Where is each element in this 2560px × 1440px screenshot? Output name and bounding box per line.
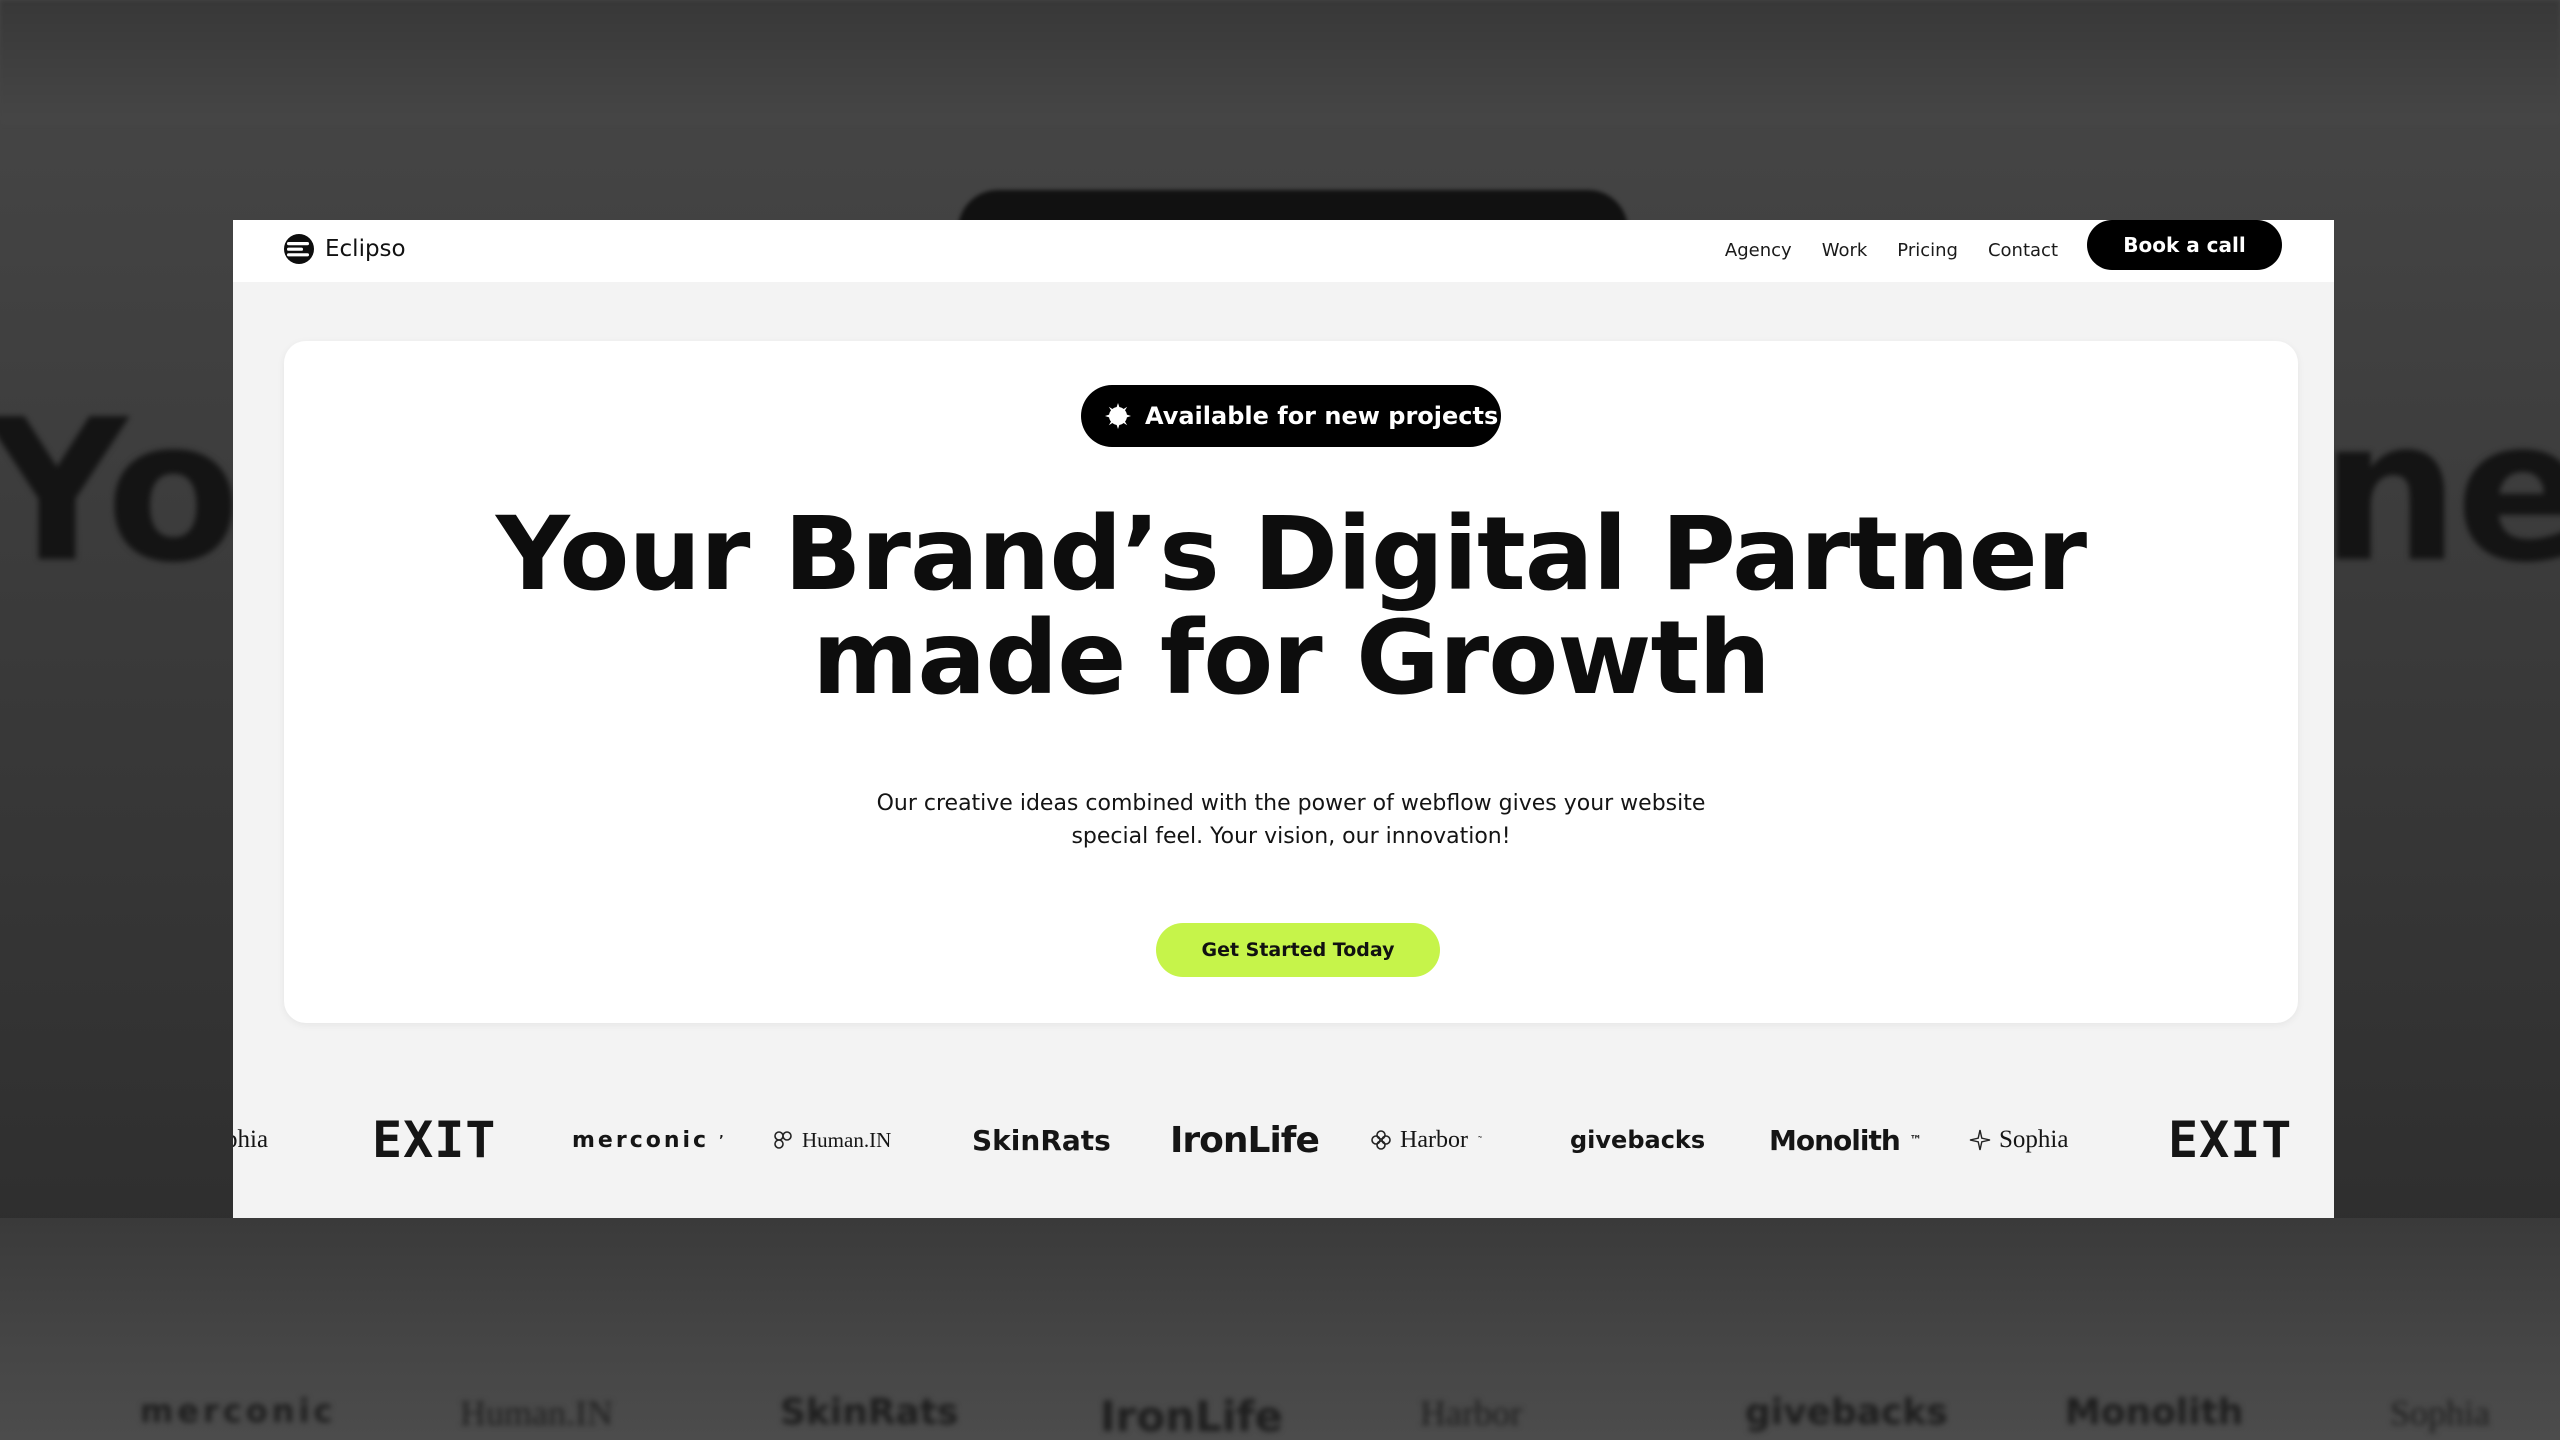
nav-link-pricing[interactable]: Pricing [1897,240,1958,261]
backdrop-top-band [0,0,2560,124]
client-logo-text: EXIT [2168,1111,2293,1169]
sun-burst-icon [1105,403,1131,429]
trademark-mark: ˜ [1477,1132,1482,1147]
sparkle-icon [1969,1129,1991,1151]
hero-headline: Your Brand’s Digital Partner made for Gr… [284,503,2298,711]
hero-headline-line1: Your Brand’s Digital Partner [495,495,2087,614]
get-started-button[interactable]: Get Started Today [1156,923,1440,977]
client-logo-skinrats: SkinRats [972,1100,1111,1180]
harbor-logo-icon [1371,1130,1391,1150]
client-logo-exit: EXIT [372,1100,496,1180]
backdrop-logo-givebacks: givebacks [1745,1392,1948,1433]
trademark-mark: ’ [719,1133,727,1147]
brand-name: Eclipso [325,236,406,262]
human-in-logo-icon [774,1131,792,1149]
client-logo-exit-repeat: EXIT [2168,1100,2292,1180]
client-logo-text: Monolith [1769,1123,1901,1157]
client-logo-text: phia [233,1126,269,1153]
client-logo-strip: phia EXIT merconic ’ Human.IN SkinRats Ir… [233,1100,2334,1180]
client-logo-givebacks: givebacks [1570,1100,1705,1180]
client-logo-text: Harbor [1400,1126,1468,1153]
nav-link-work[interactable]: Work [1822,240,1868,261]
backdrop-logo-merconic: merconic [140,1392,337,1430]
navbar: Eclipso Agency Work Pricing Contact Book… [233,220,2334,282]
site-window: Eclipso Agency Work Pricing Contact Book… [233,220,2334,1218]
backdrop-headline-right: ne [2320,378,2560,606]
hero-subtext: Our creative ideas combined with the pow… [784,787,1798,853]
client-logo-text: IronLife [1170,1119,1320,1161]
backdrop-logo-human: Human.IN [460,1393,613,1433]
nav-links: Agency Work Pricing Contact [1725,230,2058,270]
backdrop-logo-skinrats: SkinRats [780,1392,959,1433]
trademark-mark: ™ [1909,1133,1922,1147]
backdrop-logo-sophia: Sophia [2390,1393,2491,1433]
backdrop-logo-harbor: Harbor [1420,1393,1522,1433]
backdrop-logo-ironlife: IronLife [1100,1392,1284,1440]
client-logo-text: Sophia [1999,1126,2069,1153]
client-logo-sophia: Sophia [1969,1100,2068,1180]
badge-text: Available for new projects [1145,402,1499,430]
client-logo-harbor: Harbor ˜ [1370,1100,1482,1180]
eclipso-logo-icon [284,234,314,264]
backdrop-logo-strip: merconic Human.IN SkinRats IronLife Harb… [0,1392,2560,1440]
book-a-call-button[interactable]: Book a call [2087,220,2282,270]
nav-link-agency[interactable]: Agency [1725,240,1792,261]
client-logo-text: SkinRats [972,1123,1111,1157]
hero-subtext-line1: Our creative ideas combined with the pow… [876,791,1706,816]
client-logo-text: Human.IN [802,1127,892,1152]
client-logo-monolith: Monolith ™ [1769,1100,1922,1180]
hero-subtext-line2: special feel. Your vision, our innovatio… [1071,824,1511,849]
hero-headline-line2: made for Growth [812,599,1771,718]
availability-badge: Available for new projects [1081,385,1501,447]
client-logo-text: EXIT [372,1111,497,1169]
brand-logo-link[interactable]: Eclipso [283,226,406,272]
hero-card: Available for new projects Your Brand’s … [284,341,2298,1023]
nav-link-contact[interactable]: Contact [1988,240,2058,261]
client-logo-human-in: Human.IN [772,1100,891,1180]
client-logo-ironlife: IronLife [1170,1100,1320,1180]
client-logo-sophia-partial: phia [233,1100,268,1180]
client-logo-merconic: merconic ’ [572,1100,727,1180]
client-logo-text: merconic [572,1127,710,1153]
backdrop-logo-monolith: Monolith [2065,1392,2244,1433]
client-logo-text: givebacks [1570,1126,1706,1154]
